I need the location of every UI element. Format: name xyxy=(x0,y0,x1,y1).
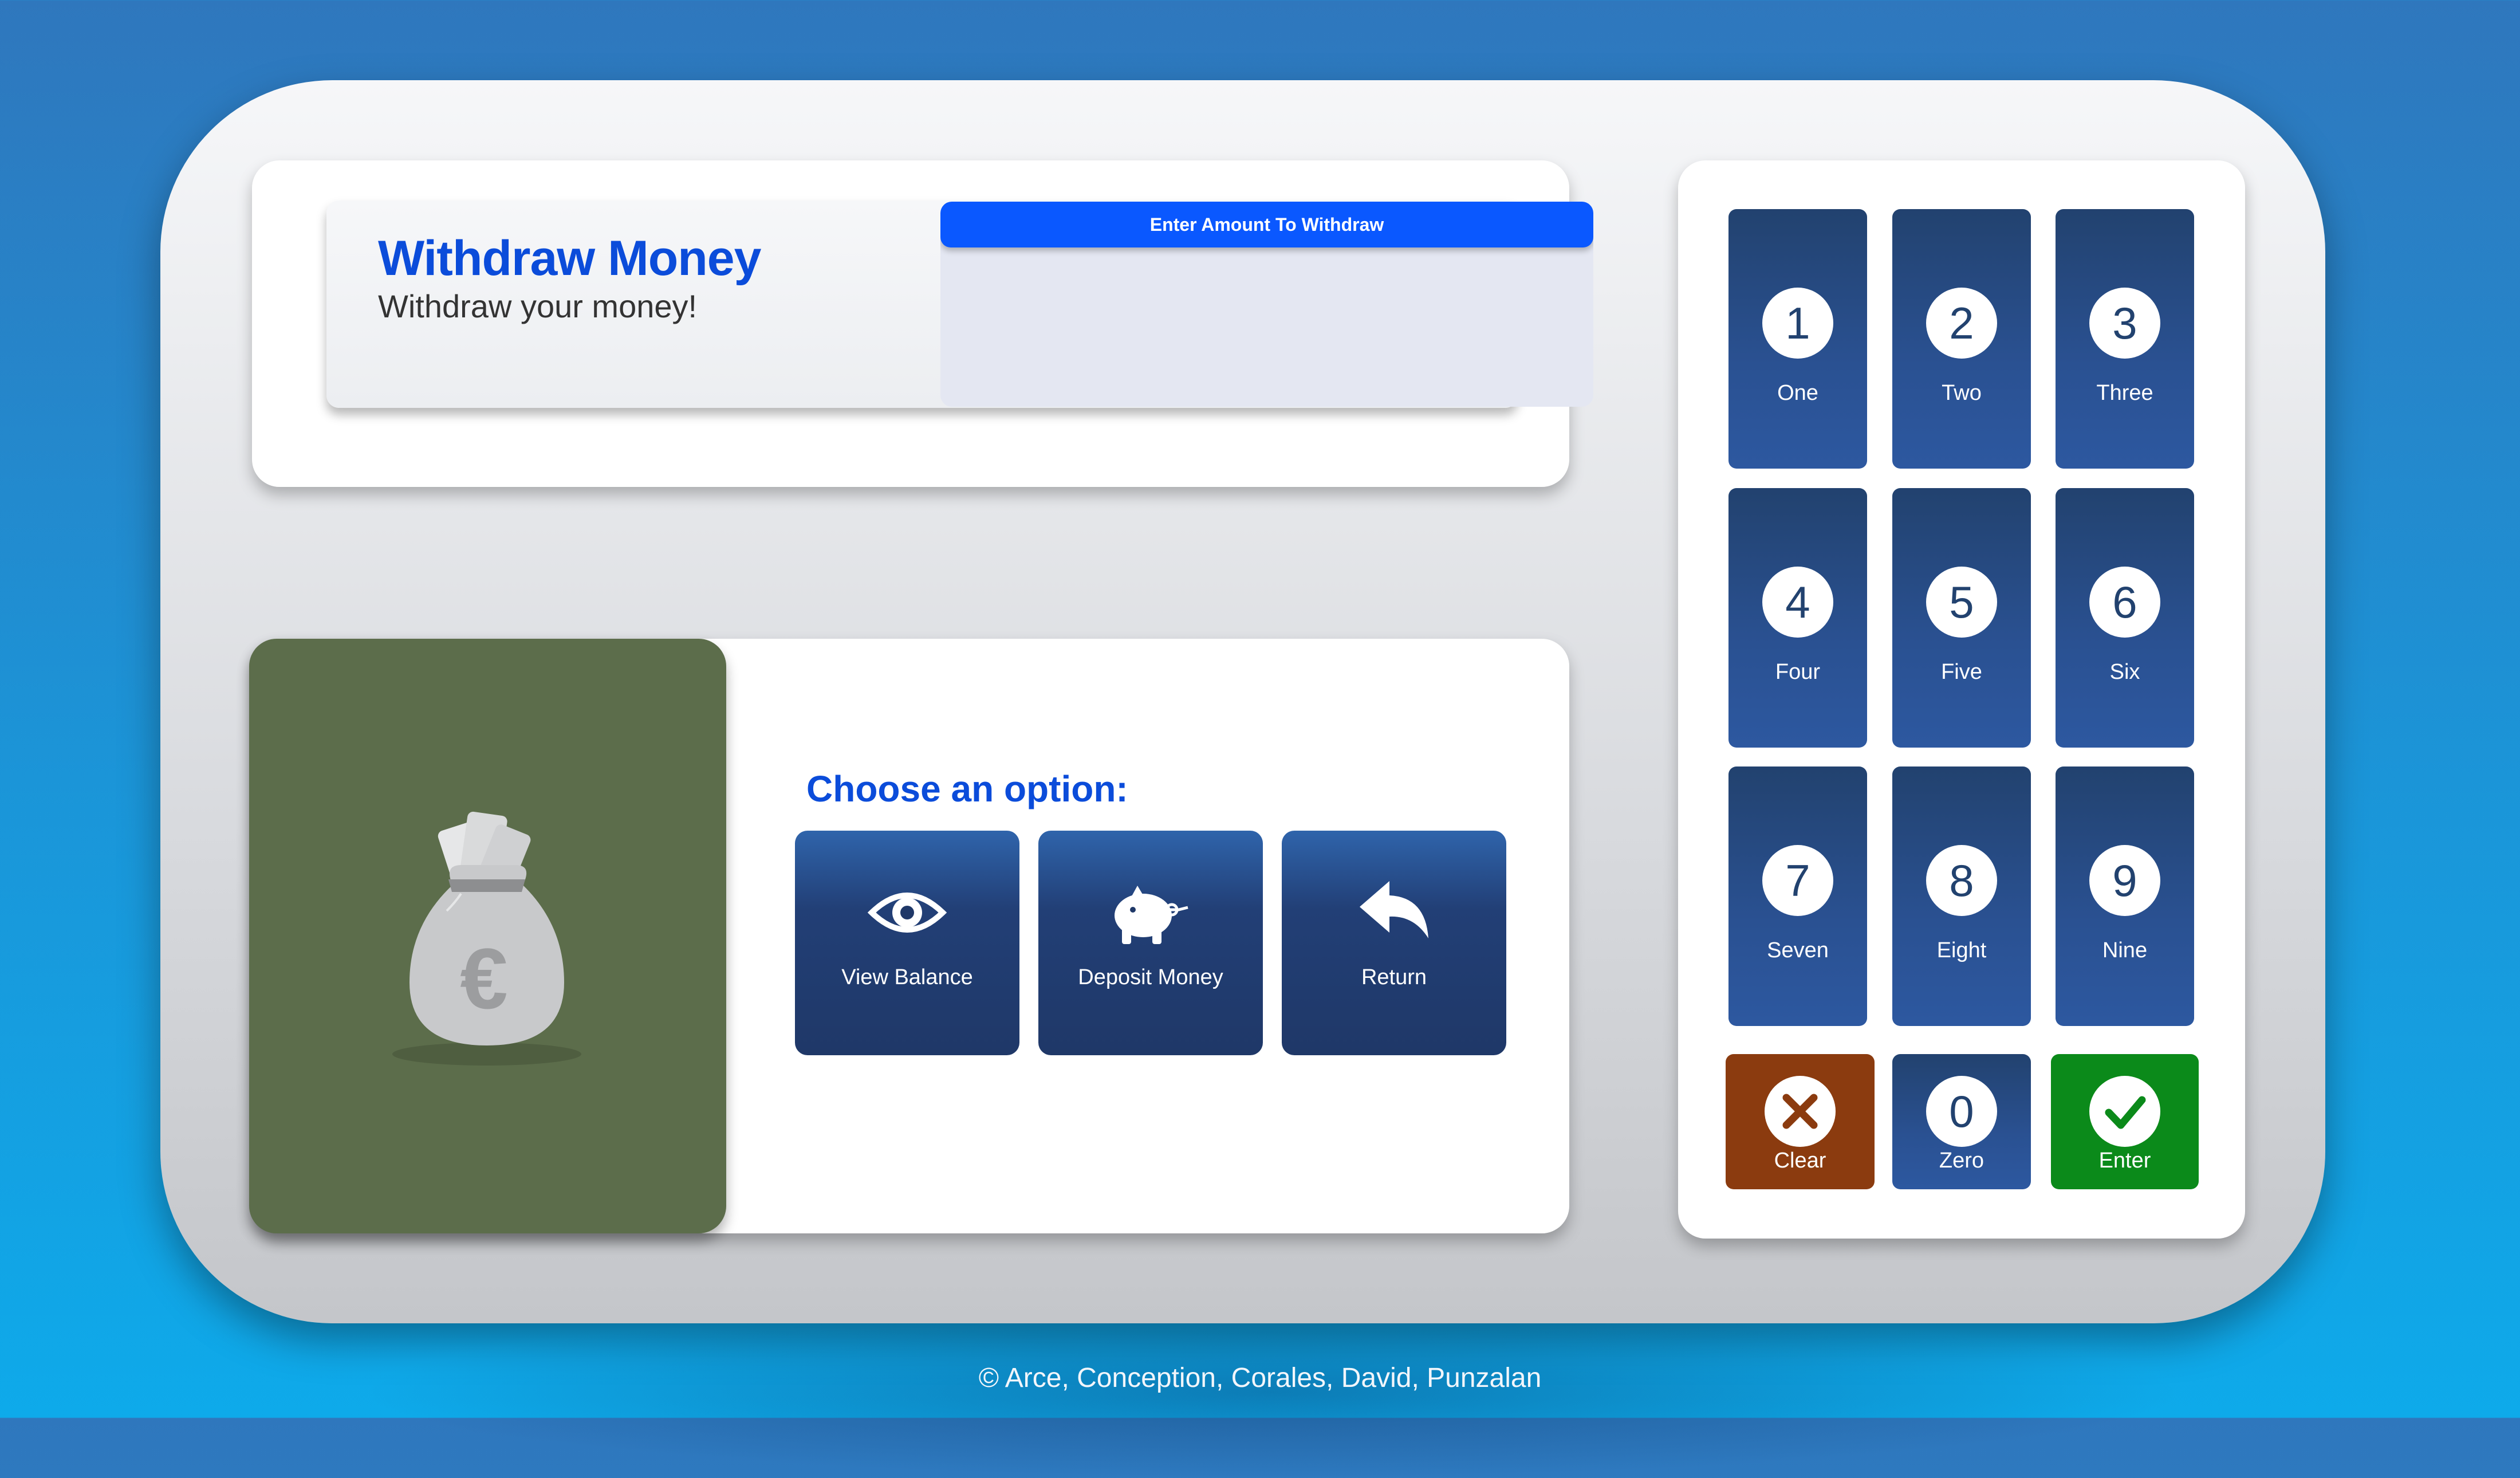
key-digit: 4 xyxy=(1762,567,1833,638)
key-label: Three xyxy=(2096,381,2153,405)
page-title: Withdraw Money xyxy=(378,231,761,286)
amount-label: Enter Amount To Withdraw xyxy=(940,202,1593,247)
key-digit: 0 xyxy=(1926,1076,1997,1147)
check-icon xyxy=(2089,1076,2160,1147)
amount-box: Enter Amount To Withdraw xyxy=(940,202,1593,407)
key-digit: 8 xyxy=(1926,845,1997,916)
key-label: Five xyxy=(1941,660,1982,684)
key-8[interactable]: 8 Eight xyxy=(1892,766,2031,1026)
options-panel: € Choose an option: View Balance Deposit… xyxy=(249,639,1569,1233)
key-label: Six xyxy=(2109,660,2140,684)
deposit-money-label: Deposit Money xyxy=(1078,965,1223,989)
key-3[interactable]: 3 Three xyxy=(2056,209,2194,469)
deposit-money-button[interactable]: Deposit Money xyxy=(1038,831,1263,1055)
clear-button[interactable]: Clear xyxy=(1726,1054,1875,1189)
view-balance-button[interactable]: View Balance xyxy=(795,831,1019,1055)
piggy-bank-icon xyxy=(1038,875,1263,950)
enter-button[interactable]: Enter xyxy=(2051,1054,2199,1189)
money-bag-icon: € xyxy=(392,811,581,1066)
key-digit: 7 xyxy=(1762,845,1833,916)
key-digit: 1 xyxy=(1762,288,1833,359)
key-digit: 3 xyxy=(2089,288,2160,359)
key-label: Four xyxy=(1775,660,1821,684)
key-digit: 6 xyxy=(2089,567,2160,638)
key-9[interactable]: 9 Nine xyxy=(2056,766,2194,1026)
eye-icon xyxy=(795,875,1019,950)
illustration-box: € xyxy=(249,639,726,1233)
key-label: Zero xyxy=(1939,1149,1984,1173)
keypad-panel: 1 One 2 Two 3 Three 4 Four 5 Five 6 Six … xyxy=(1678,160,2245,1239)
title-card: Withdraw Money Withdraw your money! Ente… xyxy=(326,201,1593,408)
view-balance-label: View Balance xyxy=(841,965,973,989)
close-icon xyxy=(1765,1076,1836,1147)
return-arrow-icon xyxy=(1282,875,1506,950)
key-digit: 5 xyxy=(1926,567,1997,638)
key-4[interactable]: 4 Four xyxy=(1728,488,1867,748)
enter-label: Enter xyxy=(2098,1149,2151,1173)
key-digit: 2 xyxy=(1926,288,1997,359)
key-label: Eight xyxy=(1936,938,1987,962)
key-label: Seven xyxy=(1767,938,1829,962)
key-label: Nine xyxy=(2102,938,2148,962)
key-0[interactable]: 0 Zero xyxy=(1892,1054,2031,1189)
footer-credits: © Arce, Conception, Corales, David, Punz… xyxy=(978,1363,1542,1393)
amount-input[interactable] xyxy=(940,247,1593,407)
title-panel: Withdraw Money Withdraw your money! Ente… xyxy=(252,160,1593,487)
options-heading: Choose an option: xyxy=(806,768,1128,809)
key-2[interactable]: 2 Two xyxy=(1892,209,2031,469)
key-1[interactable]: 1 One xyxy=(1728,209,1867,469)
page-subtitle: Withdraw your money! xyxy=(378,288,698,324)
key-digit: 9 xyxy=(2089,845,2160,916)
key-6[interactable]: 6 Six xyxy=(2056,488,2194,748)
currency-symbol: € xyxy=(460,930,507,1027)
clear-label: Clear xyxy=(1774,1149,1826,1173)
key-label: One xyxy=(1777,381,1818,405)
key-label: Two xyxy=(1942,381,1982,405)
key-5[interactable]: 5 Five xyxy=(1892,488,2031,748)
return-label: Return xyxy=(1361,965,1427,989)
key-7[interactable]: 7 Seven xyxy=(1728,766,1867,1026)
return-button[interactable]: Return xyxy=(1282,831,1506,1055)
